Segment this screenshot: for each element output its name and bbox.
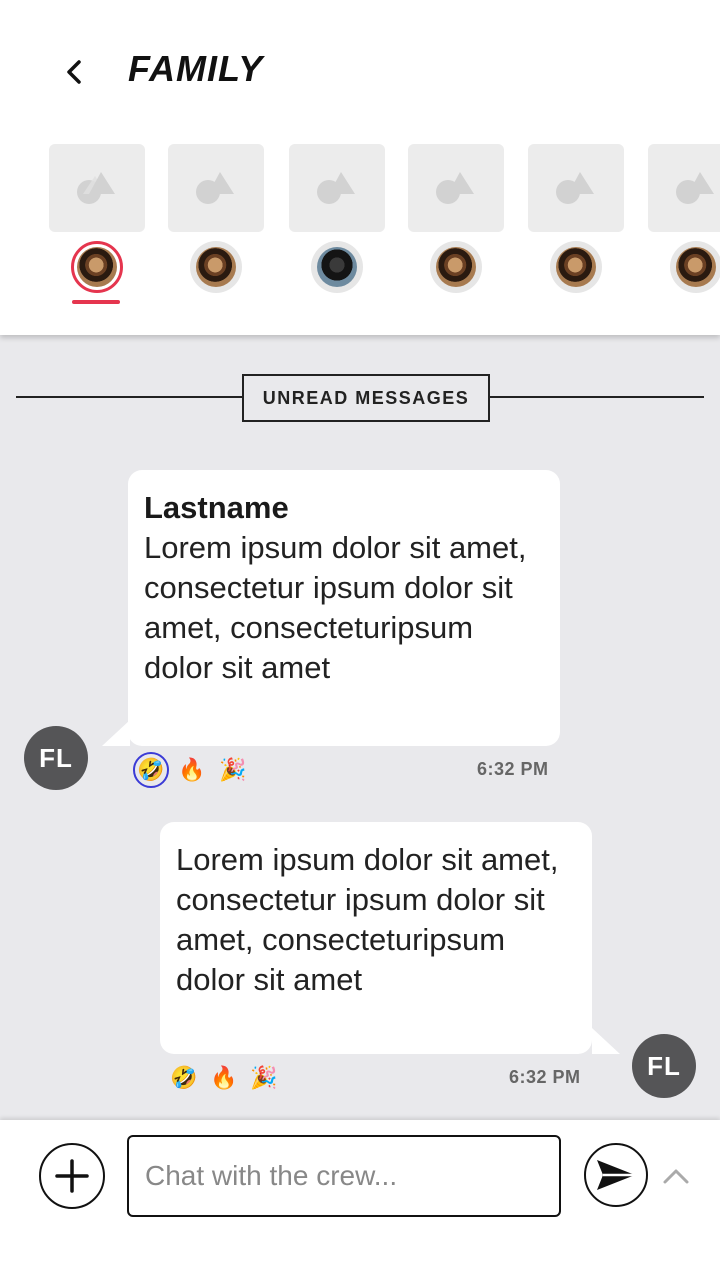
reaction-party[interactable]: 🎉 <box>246 1060 282 1096</box>
media-thumbnail[interactable] <box>408 144 504 232</box>
message-bubble-outgoing[interactable]: Lorem ipsum dolor sit amet, consectetur … <box>160 822 592 1054</box>
avatar[interactable] <box>71 241 123 293</box>
avatar-initials[interactable]: FL <box>632 1034 696 1098</box>
avatar[interactable] <box>430 241 482 293</box>
page-title: FAMILY <box>128 48 264 89</box>
reaction-fire[interactable]: 🔥 <box>206 1060 242 1096</box>
message-text: Lorem ipsum dolor sit amet, consectetur … <box>144 530 527 685</box>
bubble-tail <box>102 720 130 746</box>
bubble-tail <box>592 1028 620 1054</box>
message-timestamp: 6:32 PM <box>477 759 549 779</box>
send-icon <box>597 1160 635 1190</box>
message-bubble-incoming[interactable]: Lastname Lorem ipsum dolor sit amet, con… <box>128 470 560 746</box>
back-button[interactable] <box>56 52 92 92</box>
member-item[interactable] <box>528 144 624 314</box>
image-placeholder-icon <box>556 172 594 204</box>
reaction-rofl[interactable]: 🤣 <box>166 1060 202 1096</box>
unread-messages-divider: UNREAD MESSAGES <box>242 374 490 422</box>
avatar[interactable] <box>190 241 242 293</box>
image-placeholder-icon <box>676 172 714 204</box>
member-item[interactable] <box>168 144 264 314</box>
divider-line-right <box>488 396 704 398</box>
member-strip[interactable] <box>0 144 720 314</box>
avatar-photo <box>436 247 476 287</box>
avatar-photo <box>556 247 596 287</box>
message-text: Lorem ipsum dolor sit amet, consectetur … <box>176 842 559 997</box>
chat-header: FAMILY <box>0 0 720 335</box>
image-placeholder-icon <box>436 172 474 204</box>
active-indicator <box>72 300 120 304</box>
member-item[interactable] <box>408 144 504 314</box>
member-item[interactable] <box>289 144 385 314</box>
member-item[interactable] <box>648 144 720 314</box>
image-placeholder-icon <box>196 172 234 204</box>
media-thumbnail[interactable] <box>168 144 264 232</box>
reaction-rofl[interactable]: 🤣 <box>133 752 169 788</box>
add-attachment-button[interactable] <box>39 1143 105 1209</box>
avatar-photo <box>317 247 357 287</box>
chevron-up-icon <box>663 1169 689 1184</box>
reaction-fire[interactable]: 🔥 <box>174 752 210 788</box>
avatar[interactable] <box>311 241 363 293</box>
media-thumbnail[interactable] <box>648 144 720 232</box>
reaction-party[interactable]: 🎉 <box>215 752 251 788</box>
image-placeholder-icon <box>317 172 355 204</box>
avatar[interactable] <box>550 241 602 293</box>
avatar-photo <box>676 247 716 287</box>
member-item[interactable] <box>49 144 145 314</box>
avatar-photo <box>196 247 236 287</box>
avatar-initials[interactable]: FL <box>24 726 88 790</box>
avatar[interactable] <box>670 241 720 293</box>
media-thumbnail[interactable] <box>49 144 145 232</box>
avatar-photo <box>77 247 117 287</box>
media-thumbnail[interactable] <box>289 144 385 232</box>
sender-name: Lastname <box>144 490 289 525</box>
image-placeholder-icon <box>77 172 115 204</box>
plus-icon <box>55 1159 89 1193</box>
chat-composer <box>0 1120 720 1280</box>
media-thumbnail[interactable] <box>528 144 624 232</box>
divider-line-left <box>16 396 244 398</box>
expand-button[interactable] <box>660 1160 692 1192</box>
message-timestamp: 6:32 PM <box>509 1067 581 1087</box>
chevron-left-icon <box>67 60 81 84</box>
send-button[interactable] <box>584 1143 648 1207</box>
chat-input[interactable] <box>127 1135 561 1217</box>
